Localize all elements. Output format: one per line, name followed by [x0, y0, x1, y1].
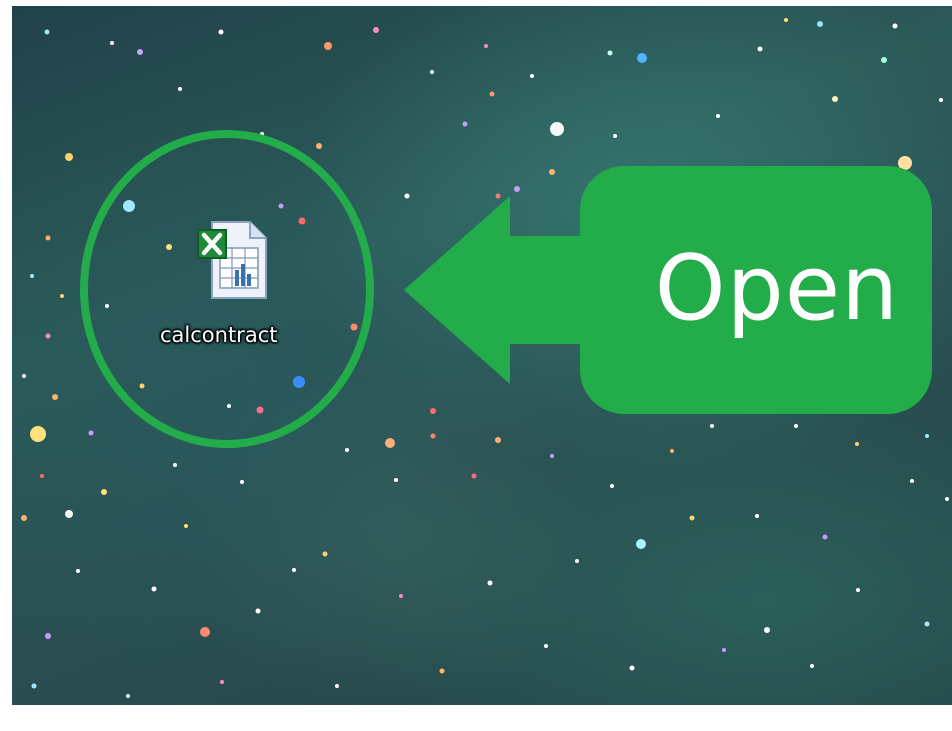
file-label: calcontract: [160, 323, 278, 347]
desktop-background: calcontract Open: [12, 6, 952, 705]
callout-label: Open: [654, 236, 900, 341]
desktop-icon-calcontract[interactable]: calcontract: [150, 218, 320, 348]
screenshot-frame: calcontract Open: [0, 0, 952, 731]
excel-spreadsheet-icon: [197, 221, 267, 299]
